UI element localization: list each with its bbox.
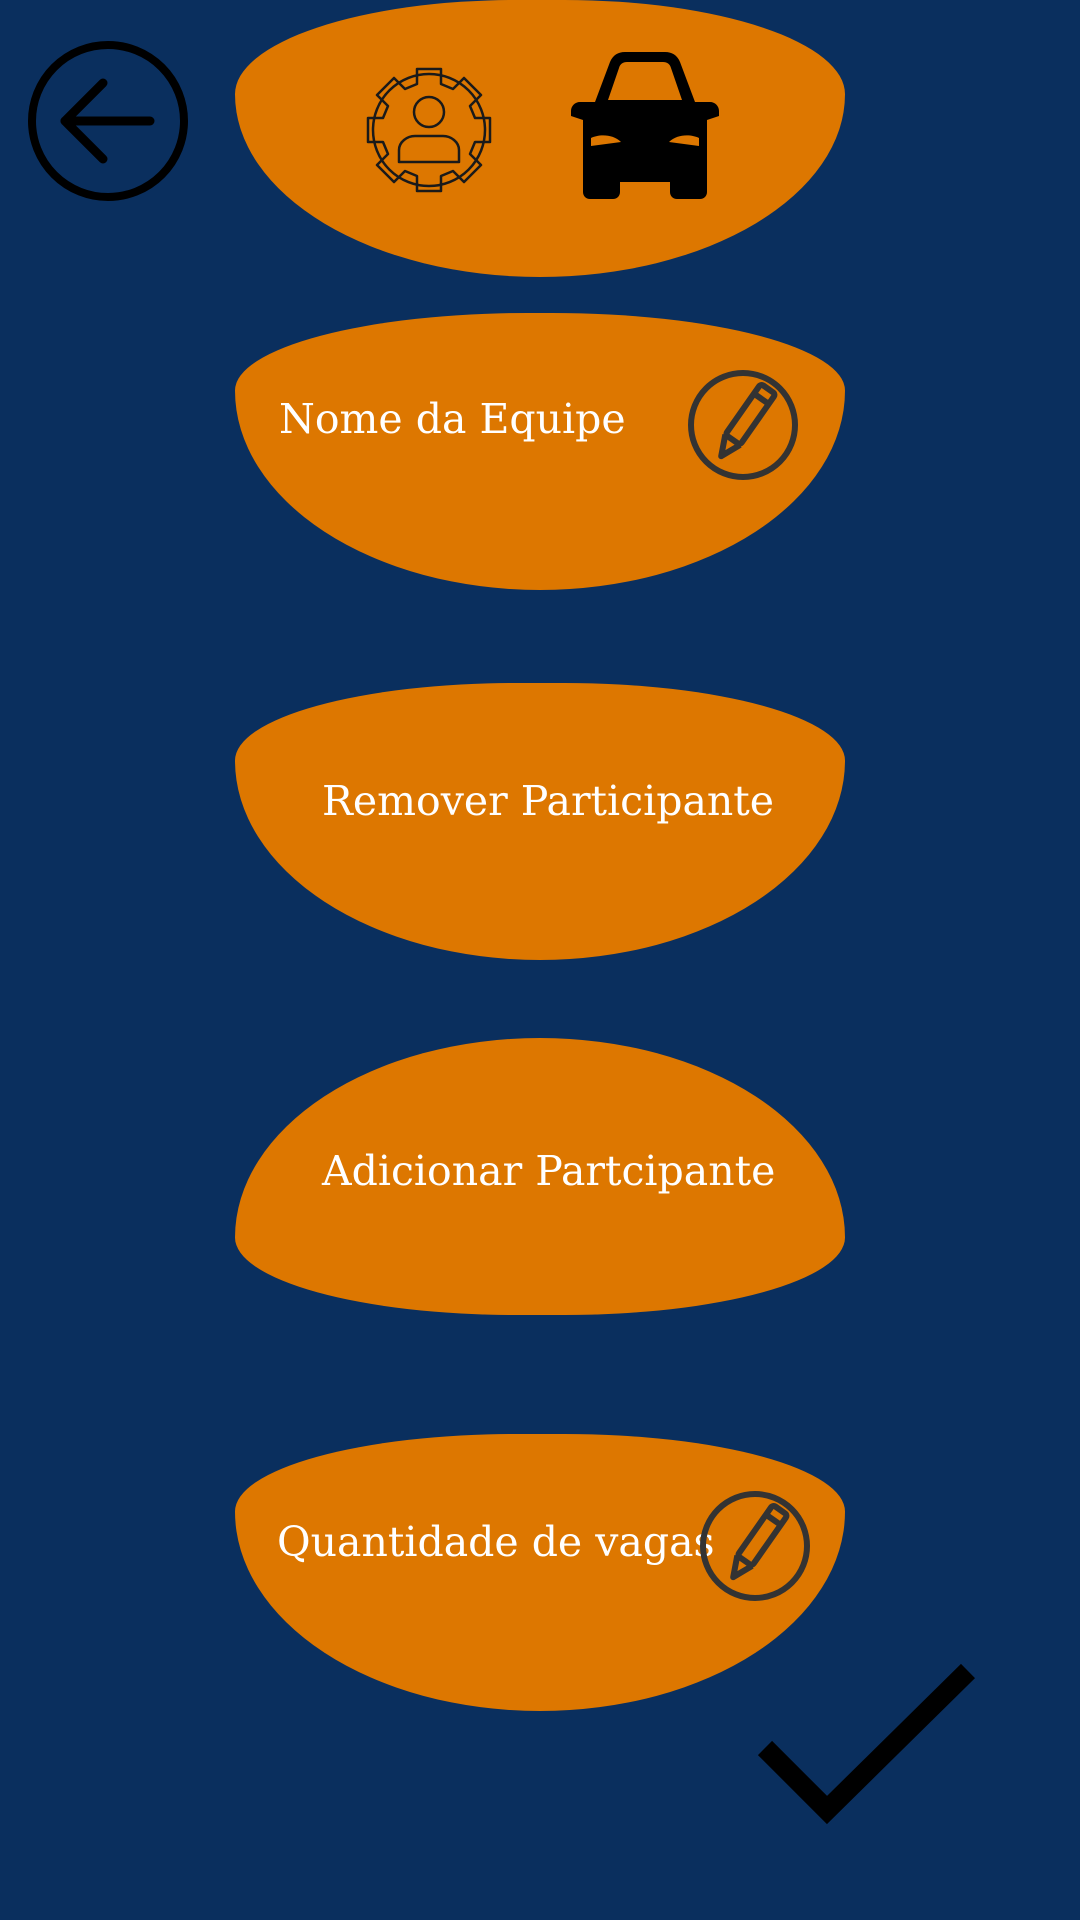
back-button[interactable]: [25, 38, 191, 204]
edit-team-name-button[interactable]: [685, 367, 801, 483]
add-participant-label: Adicionar Partcipante: [322, 1147, 776, 1195]
edit-vacancies-button[interactable]: [697, 1488, 813, 1604]
team-name-label: Nome da Equipe: [279, 395, 626, 443]
car-icon: [555, 50, 735, 200]
pencil-circle-icon: [688, 370, 798, 480]
arrow-left-circle-icon: [28, 41, 188, 201]
checkmark-icon: [757, 1663, 976, 1825]
confirm-button[interactable]: [755, 1660, 976, 1830]
pencil-circle-icon: [700, 1491, 810, 1601]
user-gear-icon: [349, 50, 509, 210]
vacancies-label: Quantidade de vagas: [277, 1518, 715, 1566]
remove-participant-label: Remover Participante: [322, 777, 775, 825]
header-banner: [235, 0, 845, 277]
